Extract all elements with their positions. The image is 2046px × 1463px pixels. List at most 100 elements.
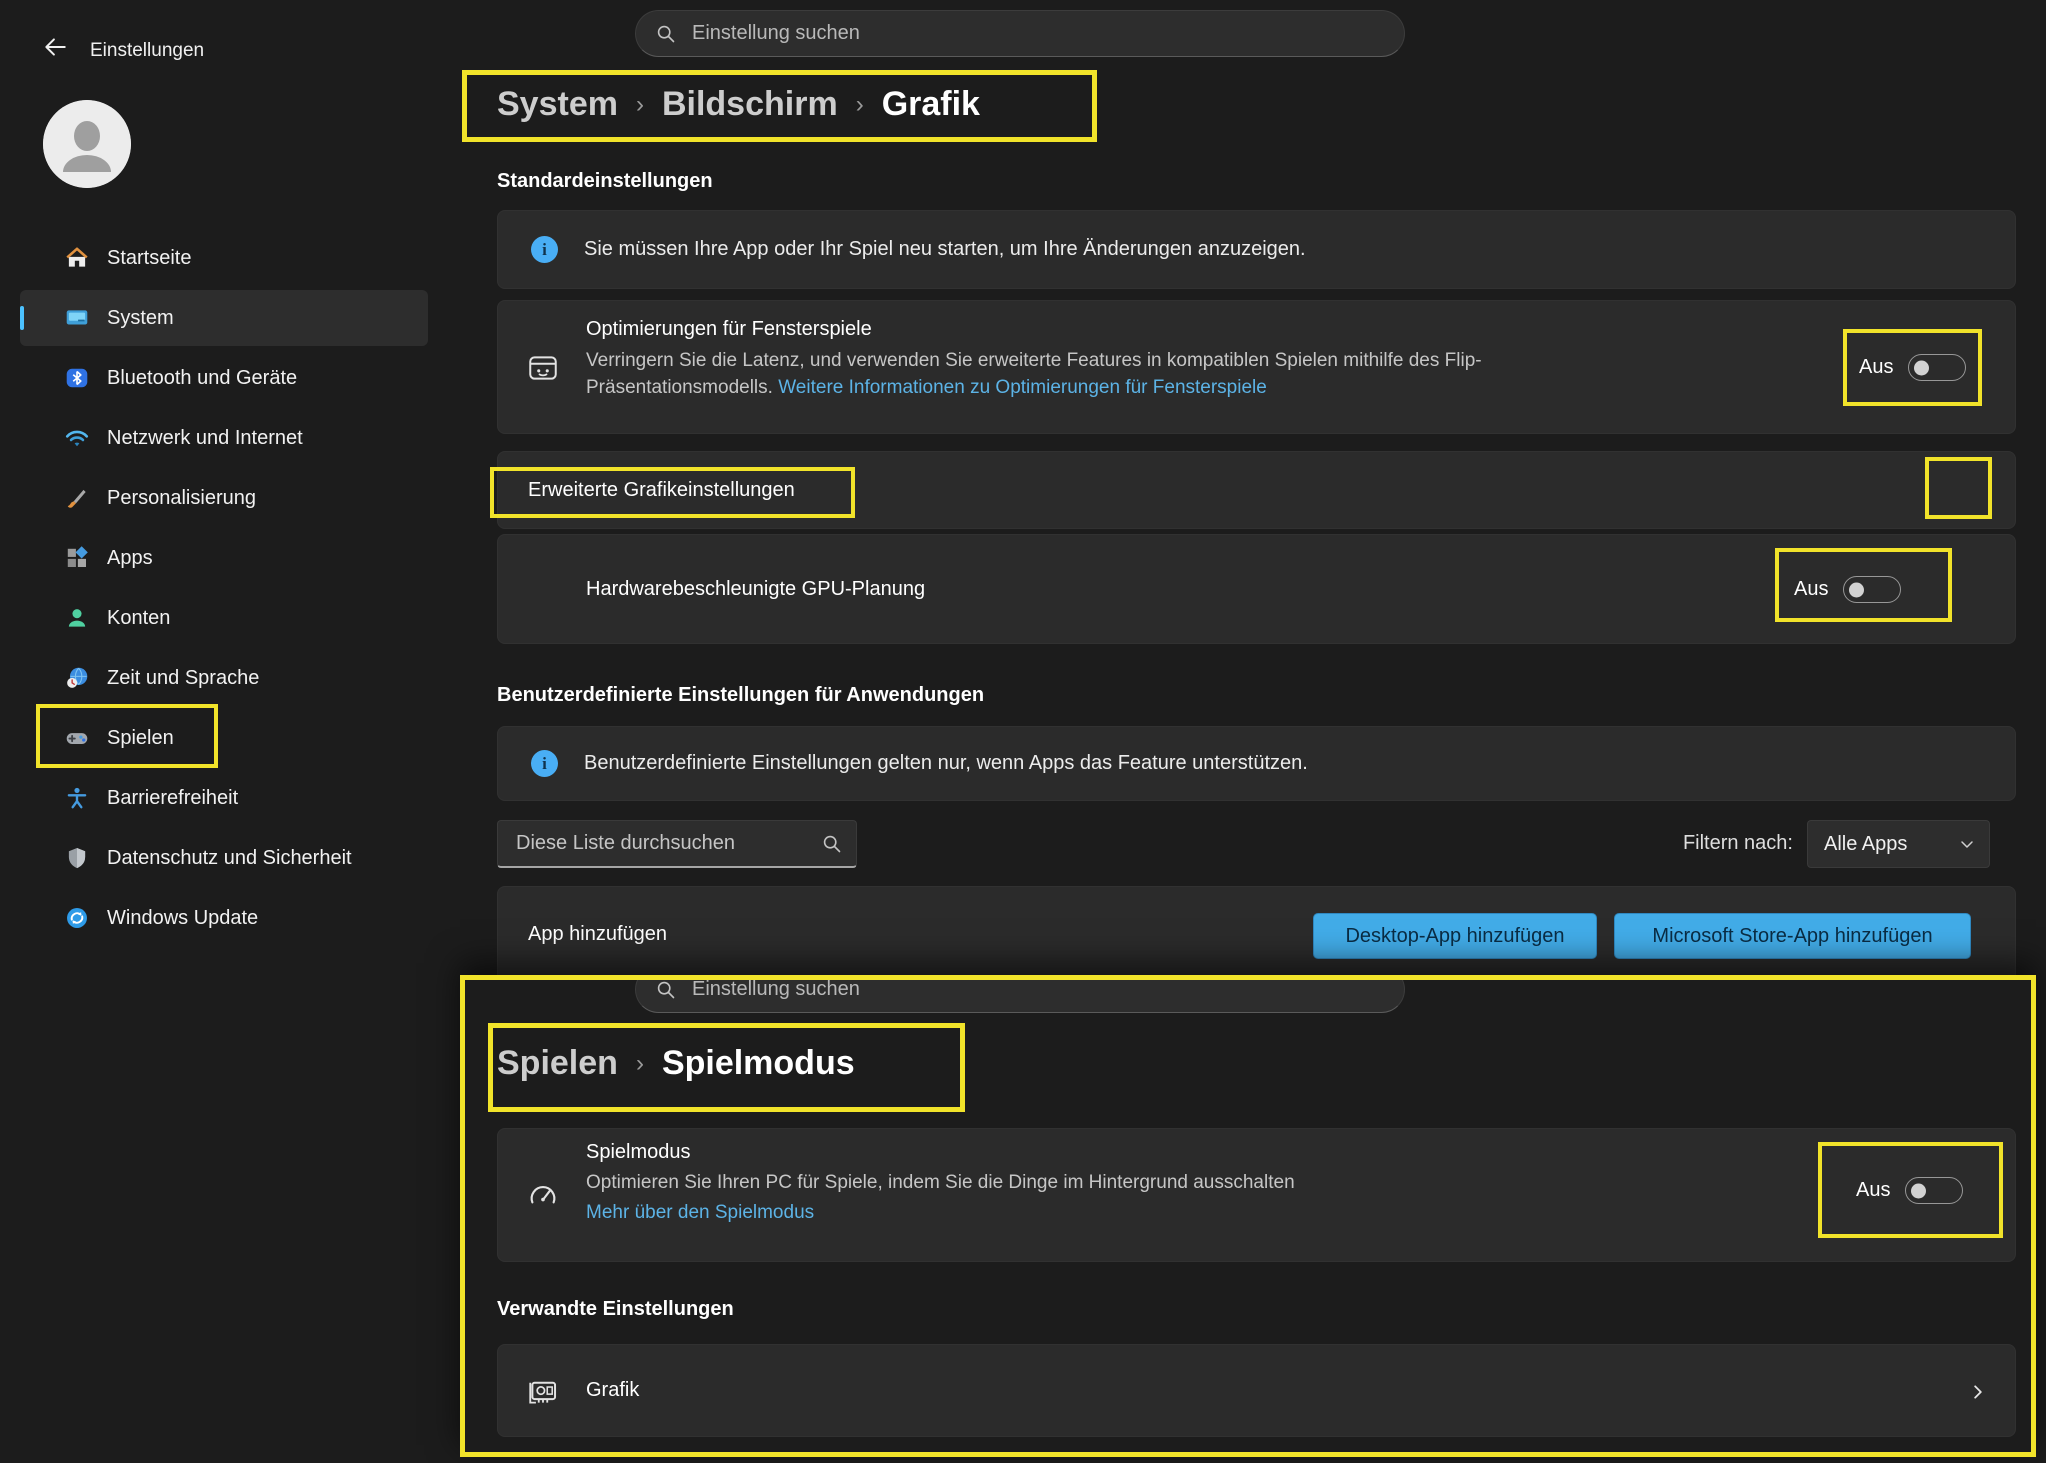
personalization-icon (64, 485, 90, 511)
chevron-down-icon (1959, 836, 1975, 852)
sidebar-item-barrierefreiheit[interactable]: Barrierefreiheit (20, 770, 428, 826)
card-spielmodus: Spielmodus Optimieren Sie Ihren PC für S… (497, 1128, 2016, 1262)
sidebar-item-label: Zeit und Sprache (107, 667, 259, 690)
card-advanced-graphics-expander[interactable]: Erweiterte Grafikeinstellungen (497, 451, 2016, 529)
toggle-knob (1911, 1183, 1926, 1198)
settings-search-bar[interactable] (635, 10, 1405, 57)
sidebar-item-datenschutz[interactable]: Datenschutz und Sicherheit (20, 830, 428, 886)
settings-search-input[interactable] (690, 977, 1384, 1002)
toggle-knob (1914, 360, 1929, 375)
breadcrumb-separator: › (636, 91, 644, 119)
accessibility-icon (64, 785, 90, 811)
spielmodus-toggle-label: Aus (1856, 1179, 1890, 1202)
search-icon (656, 980, 676, 1000)
card-related-grafik[interactable]: Grafik (497, 1344, 2016, 1437)
system-icon (64, 305, 90, 331)
apps-icon (64, 545, 90, 571)
breadcrumb-grafik: Grafik (882, 85, 980, 124)
sidebar-item-label: Netzwerk und Internet (107, 427, 303, 450)
fensterspiele-toggle-group: Aus (1859, 354, 1966, 381)
sidebar-item-label: Bluetooth und Geräte (107, 367, 297, 390)
spielmodus-toggle[interactable] (1905, 1177, 1963, 1204)
section-custom-settings: Benutzerdefinierte Einstellungen für Anw… (497, 684, 984, 707)
fensterspiele-learn-more-link[interactable]: Weitere Informationen zu Optimierungen f… (778, 377, 1267, 398)
advanced-graphics-label: Erweiterte Grafikeinstellungen (528, 479, 795, 502)
sidebar-item-zeit-sprache[interactable]: Zeit und Sprache (20, 650, 428, 706)
sidebar-item-konten[interactable]: Konten (20, 590, 428, 646)
sidebar-item-bluetooth[interactable]: Bluetooth und Geräte (20, 350, 428, 406)
gpu-scheduling-toggle-group: Aus (1794, 576, 1901, 603)
breadcrumb-gamemode: Spielen › Spielmodus (497, 1044, 855, 1083)
spielmodus-description: Optimieren Sie Ihren PC für Spiele, inde… (586, 1169, 1786, 1196)
info-icon: i (531, 236, 558, 263)
sidebar-item-system[interactable]: System (20, 290, 428, 346)
sidebar-item-label: Apps (107, 547, 153, 570)
sidebar-item-startseite[interactable]: Startseite (20, 230, 428, 286)
fensterspiele-toggle[interactable] (1908, 354, 1966, 381)
sidebar-item-label: Spielen (107, 727, 174, 750)
sidebar-item-windows-update[interactable]: Windows Update (20, 890, 428, 946)
info-banner-text: Benutzerdefinierte Einstellungen gelten … (584, 752, 1308, 775)
info-banner-text: Sie müssen Ihre App oder Ihr Spiel neu s… (584, 238, 1306, 261)
sidebar-item-label: System (107, 307, 174, 330)
gamemode-screenshot-overlay: Spielen › Spielmodus Spielmodus Optimier… (460, 975, 2036, 1457)
spielmodus-toggle-group: Aus (1856, 1177, 1963, 1204)
windows-update-icon (64, 905, 90, 931)
bluetooth-icon (64, 365, 90, 391)
breadcrumb-spielmodus: Spielmodus (662, 1044, 855, 1083)
fensterspiele-title: Optimierungen für Fensterspiele (586, 318, 1686, 341)
network-icon (64, 425, 90, 451)
game-mode-icon (526, 1179, 560, 1213)
gpu-scheduling-toggle[interactable] (1843, 576, 1901, 603)
filter-label: Filtern nach: (1598, 832, 1793, 855)
back-button[interactable] (38, 32, 72, 62)
section-standardeinstellungen: Standardeinstellungen (497, 170, 713, 193)
search-icon (656, 24, 676, 44)
toggle-knob (1849, 582, 1864, 597)
card-fensterspiele: Optimierungen für Fensterspiele Verringe… (497, 300, 2016, 434)
sidebar-item-label: Windows Update (107, 907, 258, 930)
back-arrow-icon (42, 34, 68, 60)
windowed-games-icon (526, 351, 560, 385)
gaming-icon (64, 725, 90, 751)
windows-settings-screenshot: { "window": { "app_title": "Einstellunge… (0, 0, 2046, 1463)
related-grafik-label: Grafik (586, 1379, 639, 1402)
home-icon (64, 245, 90, 271)
gpu-scheduling-toggle-label: Aus (1794, 578, 1828, 601)
breadcrumb-bildschirm[interactable]: Bildschirm (662, 85, 838, 124)
breadcrumb-separator: › (856, 91, 864, 119)
breadcrumb-separator: › (636, 1050, 644, 1078)
spielmodus-learn-more-link[interactable]: Mehr über den Spielmodus (586, 1202, 814, 1223)
user-avatar[interactable] (43, 100, 131, 188)
gpu-scheduling-label: Hardwarebeschleunigte GPU-Planung (586, 578, 925, 601)
add-store-app-button[interactable]: Microsoft Store-App hinzufügen (1614, 913, 1971, 959)
search-icon (822, 834, 842, 854)
section-related-settings: Verwandte Einstellungen (497, 1298, 734, 1321)
info-banner-custom: i Benutzerdefinierte Einstellungen gelte… (497, 726, 2016, 801)
sidebar-nav: Startseite System Bluetooth und Geräte N… (20, 230, 428, 950)
fensterspiele-toggle-label: Aus (1859, 356, 1893, 379)
filter-dropdown[interactable]: Alle Apps (1807, 820, 1990, 868)
sidebar-item-apps[interactable]: Apps (20, 530, 428, 586)
settings-search-bar[interactable] (635, 975, 1405, 1013)
sidebar-item-personalisierung[interactable]: Personalisierung (20, 470, 428, 526)
breadcrumb-graphics: System › Bildschirm › Grafik (497, 85, 980, 124)
add-app-label: App hinzufügen (528, 923, 667, 946)
settings-search-input[interactable] (690, 21, 1384, 46)
breadcrumb-spielen[interactable]: Spielen (497, 1044, 618, 1083)
breadcrumb-system[interactable]: System (497, 85, 618, 124)
app-list-search[interactable] (497, 820, 857, 868)
card-gpu-scheduling: Hardwarebeschleunigte GPU-Planung Aus (497, 534, 2016, 644)
spielmodus-title: Spielmodus (586, 1141, 1786, 1164)
fensterspiele-description: Verringern Sie die Latenz, und verwenden… (586, 347, 1646, 401)
sidebar-item-label: Datenschutz und Sicherheit (107, 847, 352, 870)
time-language-icon (64, 665, 90, 691)
info-icon: i (531, 750, 558, 777)
sidebar-item-label: Barrierefreiheit (107, 787, 238, 810)
add-desktop-app-button[interactable]: Desktop-App hinzufügen (1313, 913, 1597, 959)
sidebar-item-label: Konten (107, 607, 170, 630)
person-silhouette-icon (43, 100, 131, 188)
sidebar-item-spielen[interactable]: Spielen (20, 710, 428, 766)
app-list-search-input[interactable] (514, 831, 812, 856)
sidebar-item-netzwerk[interactable]: Netzwerk und Internet (20, 410, 428, 466)
